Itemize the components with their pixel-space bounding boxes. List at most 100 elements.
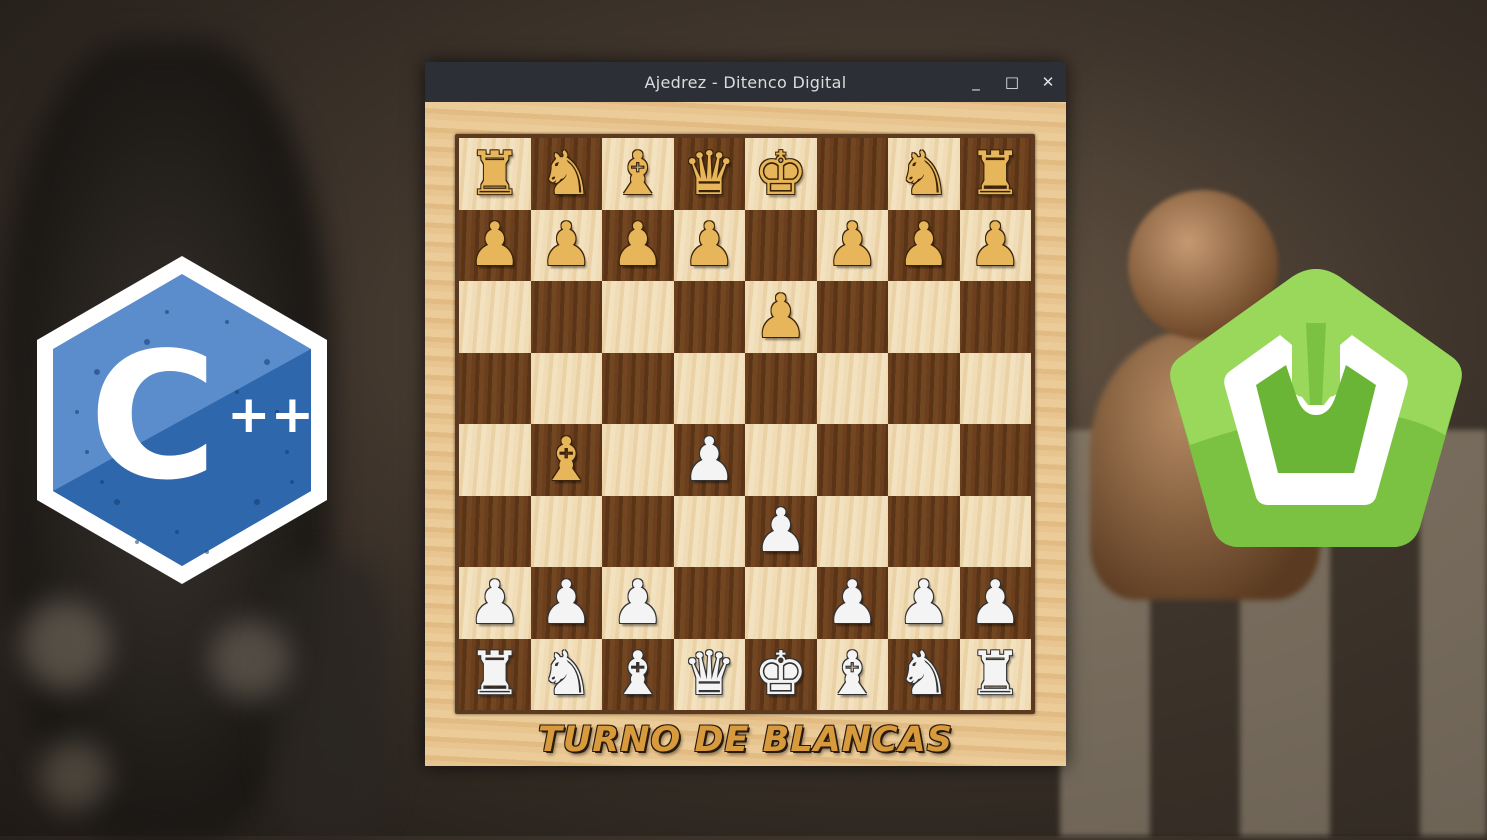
square-f3[interactable] <box>816 495 888 567</box>
black-rook-piece[interactable]: ♜ <box>468 144 522 204</box>
square-g5[interactable] <box>888 352 960 424</box>
square-h5[interactable] <box>959 352 1031 424</box>
square-c4[interactable] <box>602 424 674 496</box>
white-rook-piece[interactable]: ♜ <box>468 644 522 704</box>
square-h1[interactable]: ♜ <box>959 638 1031 710</box>
square-e8[interactable]: ♚ <box>745 138 817 210</box>
square-g3[interactable] <box>888 495 960 567</box>
square-c3[interactable] <box>602 495 674 567</box>
black-pawn-piece[interactable]: ♟ <box>754 287 808 347</box>
white-rook-piece[interactable]: ♜ <box>968 644 1022 704</box>
square-f5[interactable] <box>816 352 888 424</box>
black-knight-piece[interactable]: ♞ <box>897 144 951 204</box>
square-e5[interactable] <box>745 352 817 424</box>
square-e4[interactable] <box>745 424 817 496</box>
square-d5[interactable] <box>673 352 745 424</box>
white-knight-piece[interactable]: ♞ <box>539 644 593 704</box>
square-f2[interactable]: ♟ <box>816 567 888 639</box>
black-bishop-piece[interactable]: ♝ <box>611 144 665 204</box>
square-d6[interactable] <box>673 281 745 353</box>
black-queen-piece[interactable]: ♛ <box>682 144 736 204</box>
square-c6[interactable] <box>602 281 674 353</box>
square-h8[interactable]: ♜ <box>959 138 1031 210</box>
square-d4[interactable]: ♟ <box>673 424 745 496</box>
window-titlebar[interactable]: Ajedrez - Ditenco Digital _ □ ✕ <box>425 62 1066 102</box>
square-c8[interactable]: ♝ <box>602 138 674 210</box>
square-e6[interactable]: ♟ <box>745 281 817 353</box>
square-b2[interactable]: ♟ <box>530 567 602 639</box>
square-e3[interactable]: ♟ <box>745 495 817 567</box>
square-e1[interactable]: ♚ <box>745 638 817 710</box>
maximize-button[interactable]: □ <box>1002 72 1022 92</box>
white-pawn-piece[interactable]: ♟ <box>968 573 1022 633</box>
white-pawn-piece[interactable]: ♟ <box>754 501 808 561</box>
square-b3[interactable] <box>530 495 602 567</box>
square-g4[interactable] <box>888 424 960 496</box>
square-g7[interactable]: ♟ <box>888 209 960 281</box>
square-a3[interactable] <box>459 495 531 567</box>
square-b7[interactable]: ♟ <box>530 209 602 281</box>
square-a1[interactable]: ♜ <box>459 638 531 710</box>
black-pawn-piece[interactable]: ♟ <box>539 215 593 275</box>
white-king-piece[interactable]: ♚ <box>754 644 808 704</box>
square-f7[interactable]: ♟ <box>816 209 888 281</box>
close-button[interactable]: ✕ <box>1038 72 1058 92</box>
white-pawn-piece[interactable]: ♟ <box>897 573 951 633</box>
square-f1[interactable]: ♝ <box>816 638 888 710</box>
white-pawn-piece[interactable]: ♟ <box>611 573 665 633</box>
black-pawn-piece[interactable]: ♟ <box>897 215 951 275</box>
square-g8[interactable]: ♞ <box>888 138 960 210</box>
black-pawn-piece[interactable]: ♟ <box>825 215 879 275</box>
square-h6[interactable] <box>959 281 1031 353</box>
square-c2[interactable]: ♟ <box>602 567 674 639</box>
square-f8[interactable] <box>816 138 888 210</box>
square-a8[interactable]: ♜ <box>459 138 531 210</box>
square-c7[interactable]: ♟ <box>602 209 674 281</box>
black-pawn-piece[interactable]: ♟ <box>682 215 736 275</box>
square-b6[interactable] <box>530 281 602 353</box>
square-f4[interactable] <box>816 424 888 496</box>
black-knight-piece[interactable]: ♞ <box>539 144 593 204</box>
square-d8[interactable]: ♛ <box>673 138 745 210</box>
square-h7[interactable]: ♟ <box>959 209 1031 281</box>
square-b1[interactable]: ♞ <box>530 638 602 710</box>
white-pawn-piece[interactable]: ♟ <box>682 430 736 490</box>
white-queen-piece[interactable]: ♛ <box>682 644 736 704</box>
square-g2[interactable]: ♟ <box>888 567 960 639</box>
square-a2[interactable]: ♟ <box>459 567 531 639</box>
square-b5[interactable] <box>530 352 602 424</box>
square-h3[interactable] <box>959 495 1031 567</box>
square-h4[interactable] <box>959 424 1031 496</box>
white-pawn-piece[interactable]: ♟ <box>539 573 593 633</box>
square-a5[interactable] <box>459 352 531 424</box>
square-b8[interactable]: ♞ <box>530 138 602 210</box>
square-g1[interactable]: ♞ <box>888 638 960 710</box>
white-knight-piece[interactable]: ♞ <box>897 644 951 704</box>
black-rook-piece[interactable]: ♜ <box>968 144 1022 204</box>
black-king-piece[interactable]: ♚ <box>754 144 808 204</box>
black-pawn-piece[interactable]: ♟ <box>968 215 1022 275</box>
square-d3[interactable] <box>673 495 745 567</box>
black-pawn-piece[interactable]: ♟ <box>468 215 522 275</box>
white-bishop-piece[interactable]: ♝ <box>825 644 879 704</box>
white-pawn-piece[interactable]: ♟ <box>468 573 522 633</box>
square-a4[interactable] <box>459 424 531 496</box>
square-b4[interactable]: ♝ <box>530 424 602 496</box>
square-f6[interactable] <box>816 281 888 353</box>
square-d7[interactable]: ♟ <box>673 209 745 281</box>
square-d2[interactable] <box>673 567 745 639</box>
square-e7[interactable] <box>745 209 817 281</box>
square-g6[interactable] <box>888 281 960 353</box>
white-pawn-piece[interactable]: ♟ <box>825 573 879 633</box>
white-bishop-piece[interactable]: ♝ <box>611 644 665 704</box>
black-bishop-piece[interactable]: ♝ <box>539 430 593 490</box>
square-h2[interactable]: ♟ <box>959 567 1031 639</box>
black-pawn-piece[interactable]: ♟ <box>611 215 665 275</box>
square-e2[interactable] <box>745 567 817 639</box>
square-c1[interactable]: ♝ <box>602 638 674 710</box>
square-d1[interactable]: ♛ <box>673 638 745 710</box>
minimize-button[interactable]: _ <box>966 72 986 92</box>
square-a7[interactable]: ♟ <box>459 209 531 281</box>
square-c5[interactable] <box>602 352 674 424</box>
square-a6[interactable] <box>459 281 531 353</box>
